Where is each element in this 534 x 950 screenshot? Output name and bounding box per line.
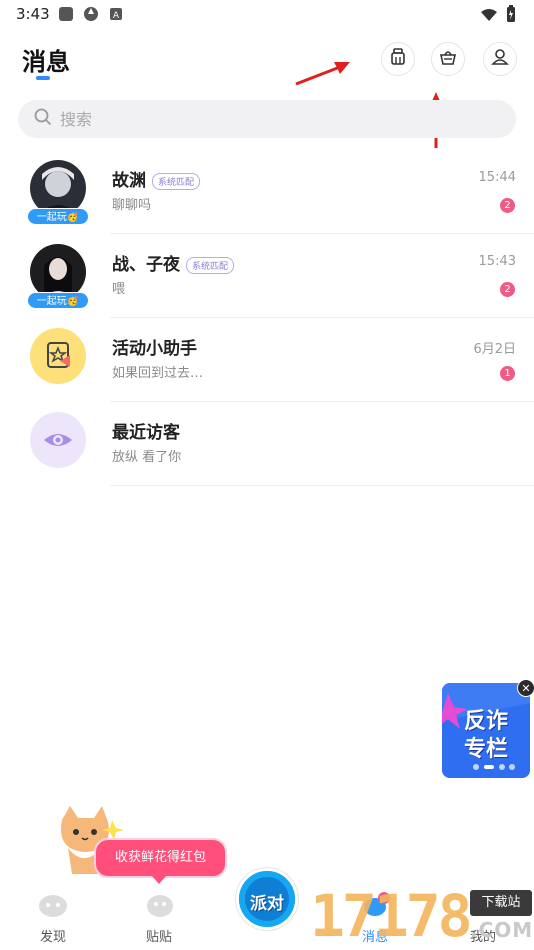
star-bookmark-icon	[47, 342, 70, 368]
search-icon	[34, 108, 52, 130]
name-text: 故渊	[112, 171, 146, 191]
clear-messages-button[interactable]	[381, 42, 415, 76]
play-together-tag: 一起玩🥳	[27, 208, 89, 225]
close-promo-button[interactable]: ✕	[517, 679, 534, 697]
activity-assistant-avatar	[30, 328, 86, 384]
status-bar: 3:43 A	[0, 0, 534, 30]
conversation-row[interactable]: 一起玩🥳 故渊 系统匹配 聊聊吗 15:44 2	[0, 150, 534, 234]
recent-visitors-row[interactable]: 最近访客 放纵 看了你	[0, 402, 534, 486]
message-time: 15:44	[478, 170, 516, 185]
play-together-tag: 一起玩🥳	[27, 292, 89, 309]
message-preview: 聊聊吗	[112, 198, 152, 213]
message-time: 6月2日	[473, 342, 516, 357]
page-title: 消息	[22, 48, 70, 76]
annotation-arrow-left	[295, 62, 350, 86]
promo-line-2: 专栏	[463, 737, 508, 762]
search-input[interactable]	[60, 109, 460, 129]
status-right	[480, 5, 516, 27]
message-preview: 放纵 看了你	[112, 450, 182, 465]
app-notification-icon	[58, 6, 74, 22]
tooltip-tail	[152, 876, 166, 884]
unread-count: 2	[500, 198, 515, 213]
watermark-digits: 17178	[310, 882, 473, 950]
unread-count: 2	[500, 282, 515, 297]
watermark-domain: .COM	[470, 918, 534, 942]
basket-icon	[439, 48, 457, 70]
status-time: 3:43	[16, 5, 50, 23]
nav-discover[interactable]: 发现	[40, 926, 66, 945]
aperture-icon	[83, 6, 99, 22]
broom-icon	[389, 48, 407, 70]
discover-icon[interactable]	[38, 892, 68, 918]
eye-icon	[44, 434, 72, 446]
stickers-icon[interactable]	[145, 892, 175, 918]
shop-button[interactable]	[431, 42, 465, 76]
visitors-avatar	[30, 412, 86, 468]
conversation-name: 故渊 系统匹配	[112, 166, 201, 191]
party-button[interactable]: 派对	[236, 868, 298, 930]
watermark-site-badge: 下载站	[470, 890, 532, 916]
message-preview: 喂	[112, 282, 126, 297]
close-icon: ✕	[521, 682, 531, 695]
anti-fraud-promo[interactable]: 反诈 专栏	[442, 683, 530, 778]
system-match-badge: 系统匹配	[186, 256, 235, 274]
wifi-icon	[480, 7, 498, 26]
conversation-row[interactable]: 一起玩🥳 战、子夜 系统匹配 喂 15:43 2	[0, 234, 534, 318]
nav-stickers[interactable]: 贴贴	[146, 926, 172, 945]
battery-icon	[506, 5, 516, 27]
message-time: 15:43	[478, 254, 516, 269]
conversation-row[interactable]: 活动小助手 如果回到过去… 6月2日 1	[0, 318, 534, 402]
font-a-icon: A	[108, 6, 124, 22]
message-preview: 如果回到过去…	[112, 366, 204, 381]
system-match-badge: 系统匹配	[152, 172, 201, 190]
conversation-name: 活动小助手	[112, 339, 197, 359]
name-text: 战、子夜	[112, 255, 180, 275]
flower-reward-tooltip[interactable]: 收获鲜花得红包	[94, 838, 227, 878]
conversation-name: 战、子夜 系统匹配	[112, 250, 235, 275]
title-indicator	[36, 76, 50, 80]
conversation-name: 最近访客	[112, 423, 180, 443]
svg-text:A: A	[113, 11, 120, 21]
party-label: 派对	[250, 894, 284, 914]
user-icon	[491, 48, 509, 70]
contacts-button[interactable]	[483, 42, 517, 76]
unread-count: 1	[500, 366, 515, 381]
row-divider	[110, 485, 534, 486]
search-bar[interactable]	[18, 100, 516, 138]
